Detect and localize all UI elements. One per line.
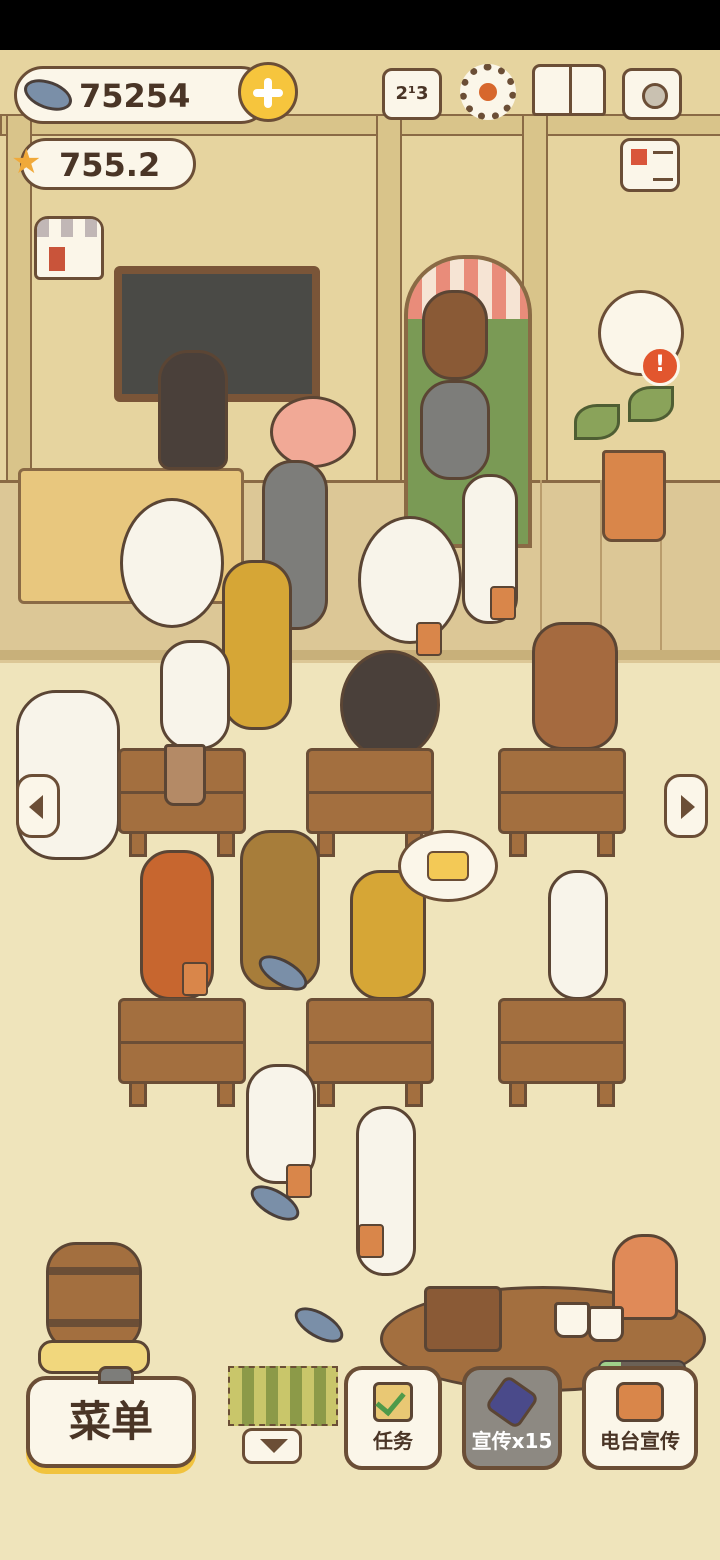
- promo-label: 宣传x15: [471, 1429, 553, 1453]
- phone-tag: [416, 622, 442, 656]
- fish-currency-display: 75254: [14, 66, 270, 124]
- alert-badge[interactable]: !: [640, 346, 680, 386]
- phone-tag: [182, 962, 208, 996]
- queue-customer[interactable]: [422, 290, 488, 380]
- cafe-table[interactable]: [306, 998, 434, 1107]
- plant-leaf: [574, 404, 620, 440]
- wall-post: [376, 114, 402, 498]
- cafe-table[interactable]: [118, 998, 246, 1107]
- barrel-stool: [38, 1340, 150, 1374]
- star-currency-value: 755.2: [59, 146, 161, 184]
- ranking-icon[interactable]: 2¹3: [382, 68, 442, 120]
- radio-label: 电台宣传: [600, 1429, 680, 1453]
- fish-coin[interactable]: [289, 1300, 349, 1350]
- coffee-cup: [554, 1302, 590, 1338]
- add-currency-button[interactable]: [238, 62, 298, 122]
- status-bar: [0, 0, 720, 50]
- menu-button[interactable]: 菜单: [26, 1366, 196, 1468]
- rabbit-customer[interactable]: [548, 870, 608, 1000]
- coffee-cup: [588, 1306, 624, 1342]
- phone-tag: [490, 586, 516, 620]
- food-order-bubble[interactable]: [398, 830, 498, 902]
- cat-waiter[interactable]: [158, 350, 228, 470]
- bear-customer[interactable]: [532, 622, 618, 750]
- radio-icon: [616, 1382, 664, 1422]
- sheep-customer[interactable]: [358, 516, 462, 644]
- star-icon: ★: [11, 142, 42, 182]
- phone-tag: [358, 1224, 384, 1258]
- hyena-customer[interactable]: [222, 560, 292, 730]
- cafe-table[interactable]: [498, 998, 626, 1107]
- hedgehog-customer[interactable]: [340, 650, 440, 760]
- pig-chef[interactable]: [270, 396, 356, 468]
- scroll-right-arrow[interactable]: [664, 774, 708, 838]
- radio-promo-button[interactable]: 电台宣传: [582, 1366, 698, 1470]
- cafe-scene: ! 12s: [0, 50, 720, 1560]
- promo-button[interactable]: 宣传x15: [462, 1366, 562, 1470]
- badger-customer[interactable]: [160, 640, 230, 750]
- potted-plant: [602, 450, 666, 542]
- sheep-customer[interactable]: [120, 498, 224, 628]
- recipe-book-icon[interactable]: [532, 64, 606, 116]
- checklist-icon: [373, 1382, 413, 1422]
- task-label: 任务: [373, 1429, 413, 1453]
- phone-promo-icon: [484, 1374, 540, 1430]
- newspaper-icon[interactable]: [620, 138, 680, 192]
- settings-gear-icon[interactable]: [460, 64, 516, 120]
- floor-rug: [228, 1366, 338, 1426]
- plant-leaf: [628, 386, 674, 422]
- scroll-left-arrow[interactable]: [16, 774, 60, 838]
- coffee-grinder[interactable]: [424, 1286, 502, 1352]
- star-currency-display: ★ 755.2: [11, 138, 196, 190]
- collapse-chevron-down-icon[interactable]: [242, 1428, 302, 1464]
- drink-cup: [164, 744, 206, 806]
- wooden-barrel: [46, 1242, 142, 1352]
- camera-icon[interactable]: [622, 68, 682, 120]
- task-button[interactable]: 任务: [344, 1366, 442, 1470]
- cafe-table[interactable]: [498, 748, 626, 857]
- fish-icon: [19, 73, 77, 117]
- queue-customer[interactable]: [420, 380, 490, 480]
- phone-tag: [286, 1164, 312, 1198]
- fish-currency-value: 75254: [79, 77, 191, 115]
- shop-icon[interactable]: [34, 216, 104, 280]
- cafe-table[interactable]: [306, 748, 434, 857]
